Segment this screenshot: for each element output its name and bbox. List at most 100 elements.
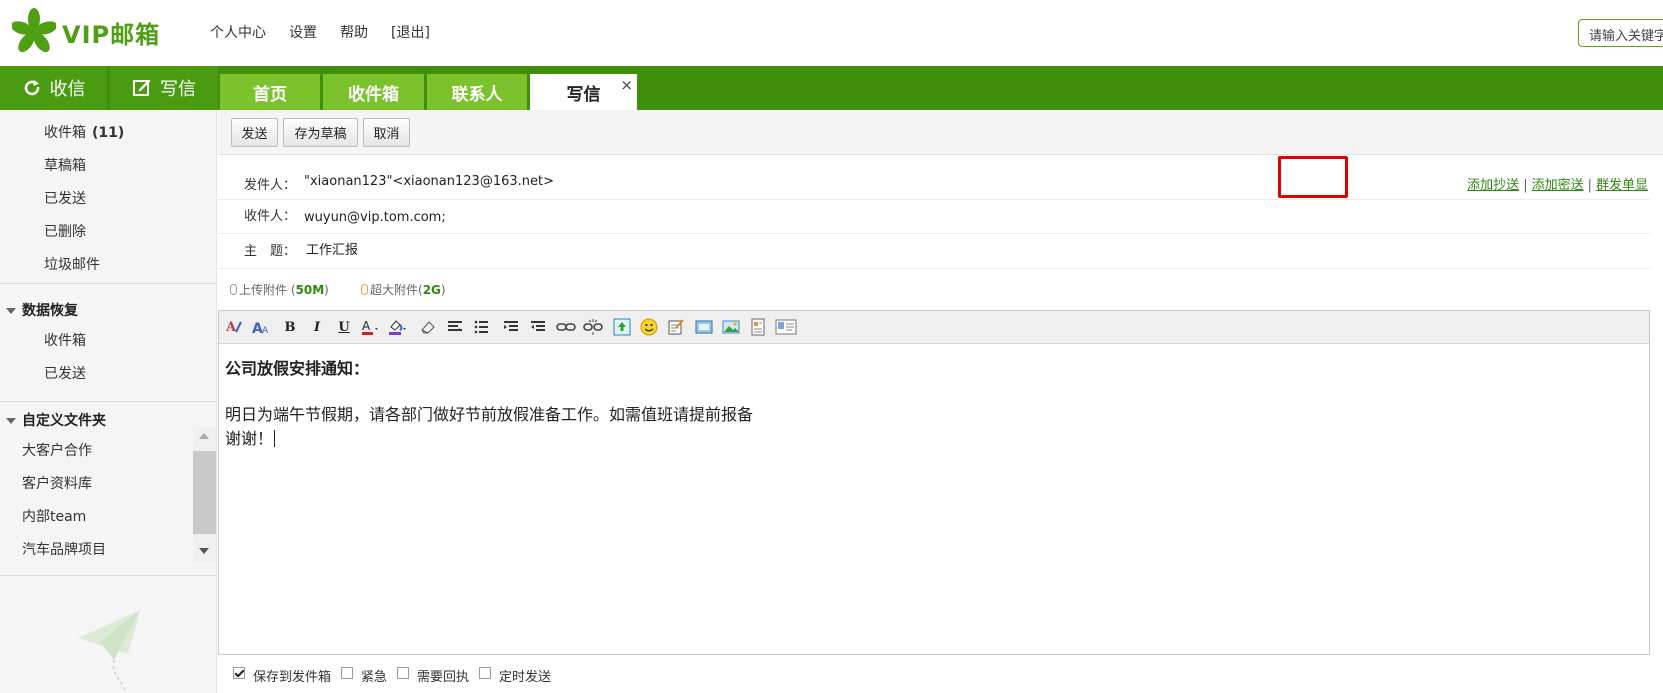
compose-mail-button[interactable]: 写信 — [110, 66, 218, 110]
receive-mail-button[interactable]: 收信 — [0, 66, 107, 110]
bullet-list-icon[interactable] — [471, 316, 493, 338]
tab-inbox[interactable]: 收件箱 — [323, 74, 424, 110]
unread-count: (11) — [92, 125, 125, 141]
body-line: 明日为端午节假期，请各部门做好节前放假准备工作。如需值班请提前报备 — [225, 405, 754, 424]
save-draft-button[interactable]: 存为草稿 — [283, 118, 358, 147]
eraser-icon[interactable] — [417, 316, 439, 338]
body-line: 谢谢！ — [225, 429, 276, 448]
nav-help[interactable]: 帮助 — [340, 22, 368, 42]
image-icon[interactable] — [611, 316, 633, 338]
svg-text:A: A — [225, 320, 237, 335]
collapse-triangle-icon — [6, 418, 16, 424]
upload-attachment-link[interactable]: 上传附件 (50M) — [230, 281, 329, 298]
nav-settings[interactable]: 设置 — [289, 22, 317, 42]
scroll-up-arrow-icon[interactable] — [199, 433, 209, 439]
divider — [0, 283, 217, 284]
underline-icon[interactable]: U — [333, 316, 355, 338]
main-nav-bar: 收信 写信 首页 收件箱 联系人 写信 × — [0, 66, 1663, 110]
send-button[interactable]: 发送 — [231, 118, 278, 147]
screenshot-icon[interactable] — [693, 316, 715, 338]
subject-field[interactable]: 工作汇报 — [306, 239, 358, 258]
section-custom-folders[interactable]: 自定义文件夹 — [6, 410, 106, 430]
template-icon[interactable] — [747, 316, 769, 338]
refresh-icon — [24, 80, 39, 96]
rich-text-editor: AAABIUA 公司放假安排通知： 明日为端午节假期，请各部门做好节前放假准备工… — [218, 310, 1650, 655]
svg-text:A: A — [362, 319, 371, 333]
scrollbar[interactable] — [193, 427, 216, 562]
emoji-icon[interactable] — [638, 316, 660, 338]
edit-icon — [133, 79, 151, 96]
logo[interactable]: VIP邮箱 — [12, 6, 172, 58]
body-title: 公司放假安排通知： — [225, 359, 370, 378]
sidebar-item-deleted[interactable]: 已删除 — [44, 221, 86, 241]
scroll-down-arrow-icon[interactable] — [199, 548, 209, 554]
photo-icon[interactable] — [720, 316, 742, 338]
link-icon[interactable] — [555, 316, 577, 338]
compose-toolbar: 发送 存为草稿 取消 — [218, 110, 1663, 155]
from-row: 发件人： "xiaonan123"<xiaonan123@163.net> 添加… — [218, 160, 1650, 200]
receive-mail-label: 收信 — [49, 79, 86, 100]
collapse-triangle-icon — [6, 308, 16, 314]
compose-mail-label: 写信 — [160, 79, 196, 100]
sidebar-item-recovery-inbox[interactable]: 收件箱 — [44, 330, 86, 350]
bold-icon[interactable]: B — [279, 316, 301, 338]
add-cc-link[interactable]: 添加抄送 — [1467, 178, 1519, 193]
close-icon[interactable]: × — [620, 76, 633, 94]
scheduled-send-checkbox[interactable] — [479, 666, 492, 679]
to-row: 收件人： wuyun@vip.tom.com; — [218, 200, 1650, 234]
sidebar-item-inbox[interactable]: 收件箱 (11) — [44, 122, 124, 142]
outdent-icon[interactable] — [527, 316, 549, 338]
search-input[interactable]: 请输入关键字 — [1578, 19, 1663, 47]
note-icon[interactable] — [665, 316, 687, 338]
highlight-color-icon[interactable] — [387, 316, 409, 338]
sidebar: 收件箱 (11) 草稿箱 已发送 已删除 垃圾邮件 数据恢复 收件箱 已发送 自定… — [0, 110, 217, 693]
sidebar-item-drafts[interactable]: 草稿箱 — [44, 155, 86, 175]
logo-text: VIP邮箱 — [62, 20, 161, 49]
nav-personal-center[interactable]: 个人中心 — [210, 22, 266, 42]
sidebar-item-spam[interactable]: 垃圾邮件 — [44, 254, 100, 274]
sidebar-item-sent[interactable]: 已发送 — [44, 188, 86, 208]
font-size-icon[interactable]: AA — [250, 316, 272, 338]
italic-icon[interactable]: I — [306, 316, 328, 338]
indent-icon[interactable] — [500, 316, 522, 338]
from-label: 发件人： — [244, 178, 297, 193]
align-icon[interactable] — [444, 316, 466, 338]
scrollbar-thumb[interactable] — [193, 451, 216, 534]
section-title: 自定义文件夹 — [22, 413, 106, 429]
sidebar-item-custom[interactable]: 客户资料库 — [22, 473, 92, 493]
nav-logout[interactable]: [退出] — [391, 22, 430, 42]
read-receipt-checkbox[interactable] — [397, 666, 410, 679]
message-body[interactable]: 公司放假安排通知： 明日为端午节假期，请各部门做好节前放假准备工作。如需值班请提… — [219, 345, 1649, 654]
large-attachment-link[interactable]: 超大附件(2G) — [361, 281, 446, 298]
section-data-recovery[interactable]: 数据恢复 — [6, 300, 78, 320]
tab-write-label: 写信 — [566, 84, 601, 105]
svg-text:A: A — [262, 326, 269, 336]
paper-plane-icon — [78, 610, 140, 693]
unlink-icon[interactable] — [582, 316, 604, 338]
to-label: 收件人： — [244, 209, 297, 224]
sidebar-item-custom[interactable]: 大客户合作 — [22, 440, 92, 460]
tab-write[interactable]: 写信 × — [530, 74, 637, 110]
divider — [0, 575, 217, 576]
sidebar-item-custom[interactable]: 汽车品牌项目 — [22, 539, 106, 559]
recipient-options: 添加抄送 | 添加密送 | 群发单显 — [1467, 174, 1648, 193]
separate-send-link[interactable]: 群发单显 — [1596, 178, 1648, 193]
add-bcc-link[interactable]: 添加密送 — [1532, 178, 1584, 193]
to-field[interactable]: wuyun@vip.tom.com; — [304, 210, 446, 225]
font-family-icon[interactable]: A — [223, 316, 245, 338]
from-field[interactable]: "xiaonan123"<xiaonan123@163.net> — [304, 174, 554, 189]
editor-toolbar: AAABIUA — [219, 311, 1649, 344]
cancel-button[interactable]: 取消 — [363, 118, 410, 147]
sidebar-item-custom[interactable]: 内部team — [22, 506, 86, 526]
tab-home[interactable]: 首页 — [220, 74, 320, 110]
subject-label: 主 题： — [244, 244, 297, 259]
font-color-icon[interactable]: A — [360, 316, 382, 338]
attachment-row: 上传附件 (50M) 超大附件(2G) — [218, 269, 1650, 303]
tab-contacts[interactable]: 联系人 — [427, 74, 527, 110]
signature-icon[interactable] — [775, 316, 797, 338]
paperclip-icon — [230, 284, 237, 295]
sidebar-item-recovery-sent[interactable]: 已发送 — [44, 363, 86, 383]
save-to-sent-checkbox[interactable] — [233, 666, 245, 679]
urgent-checkbox[interactable] — [341, 666, 354, 679]
logo-icon — [12, 8, 56, 53]
